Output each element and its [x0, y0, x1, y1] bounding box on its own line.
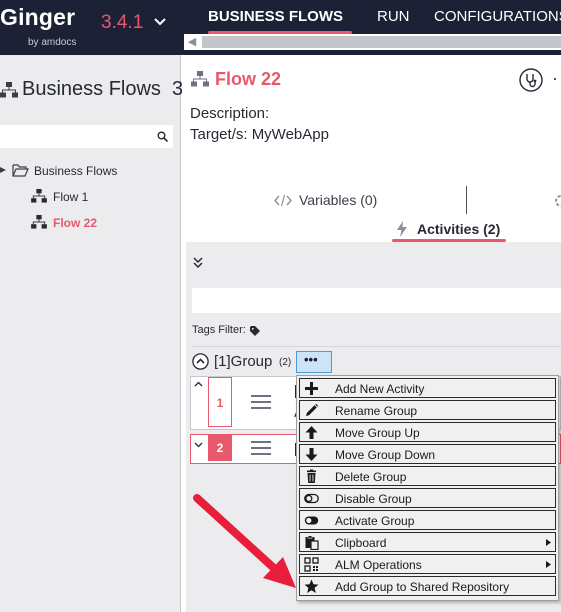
menu-item-alm-operations[interactable]: ALM Operations — [299, 554, 556, 574]
chevron-down-icon[interactable] — [194, 440, 203, 449]
top-bar: Ginger by amdocs 3.4.1 BUSINESS FLOWS RU… — [0, 0, 561, 55]
menu-item-label: Move Group Down — [335, 448, 436, 462]
menu-item-rename-group[interactable]: Rename Group — [299, 400, 556, 420]
tree-item-business-flows[interactable]: Business Flows — [34, 164, 117, 178]
menu-item-label: Clipboard — [335, 536, 387, 550]
menu-item-label: Delete Group — [335, 470, 407, 484]
app-logo-subtitle: by amdocs — [28, 37, 77, 48]
menu-item-label: Disable Group — [335, 492, 412, 506]
search-icon[interactable] — [157, 131, 168, 142]
flow-title: Flow 22 — [215, 69, 282, 89]
tags-filter-label: Tags Filter: — [192, 324, 246, 336]
menu-item-label: Activate Group — [335, 514, 415, 528]
menu-item-label: Move Group Up — [335, 426, 420, 440]
toggle-on-icon — [304, 516, 319, 525]
app-logo: Ginger — [0, 4, 76, 30]
collapse-group-icon[interactable] — [192, 353, 209, 370]
group-separator — [192, 346, 561, 347]
nav-scrollbar[interactable]: ◀ — [184, 34, 561, 50]
flow-icon — [31, 189, 47, 203]
menu-item-label: Add New Activity — [335, 382, 425, 396]
flow-description: Description: — [190, 105, 270, 122]
gear-icon[interactable] — [553, 194, 561, 208]
scroll-left-icon[interactable]: ◀ — [184, 34, 200, 50]
chevron-down-icon[interactable] — [152, 14, 168, 30]
submenu-arrow-icon — [546, 561, 551, 568]
toggle-off-icon — [304, 493, 319, 504]
lightning-icon — [397, 221, 407, 237]
tag-icon[interactable] — [250, 326, 260, 336]
group-title: [1]Group — [214, 353, 273, 370]
nav-tab-business-flows[interactable]: BUSINESS FLOWS — [208, 8, 343, 25]
menu-item-disable-group[interactable]: Disable Group — [299, 488, 556, 508]
tree-search-input[interactable] — [0, 125, 173, 148]
plus-icon — [305, 382, 318, 395]
activity-number: 2 — [208, 435, 232, 461]
more-options-icon[interactable]: · — [552, 68, 558, 89]
stethoscope-icon[interactable] — [519, 68, 543, 92]
chevron-up-icon[interactable] — [194, 380, 203, 389]
star-icon — [304, 579, 319, 593]
drag-handle-icon[interactable] — [251, 395, 271, 409]
group-menu-button[interactable]: ••• — [296, 351, 332, 373]
flow-icon — [0, 82, 18, 98]
tab-separator — [466, 186, 467, 214]
group-context-menu: Add New Activity Rename Group Move Group… — [296, 375, 559, 601]
drag-handle-icon[interactable] — [251, 441, 271, 455]
menu-item-move-group-up[interactable]: Move Group Up — [299, 422, 556, 442]
menu-item-move-group-down[interactable]: Move Group Down — [299, 444, 556, 464]
left-panel-title: Business Flows — [22, 78, 161, 100]
activities-search-input[interactable] — [192, 288, 561, 313]
app-version[interactable]: 3.4.1 — [101, 12, 143, 34]
arrow-down-icon — [305, 448, 318, 461]
group-count: (2) — [279, 357, 292, 368]
nav-tab-configurations[interactable]: CONFIGURATIONS — [434, 8, 561, 25]
submenu-arrow-icon — [546, 539, 551, 546]
tree-expand-icon[interactable] — [0, 165, 8, 175]
menu-item-label: Rename Group — [335, 404, 418, 418]
expand-all-icon[interactable] — [192, 257, 204, 269]
activity-number: 1 — [208, 377, 232, 427]
clipboard-icon — [305, 535, 319, 550]
tab-variables[interactable]: Variables (0) — [274, 192, 377, 208]
flow-target: Target/s: MyWebApp — [190, 126, 329, 143]
menu-item-add-group-to-shared-repository[interactable]: Add Group to Shared Repository — [299, 576, 556, 596]
flow-icon — [31, 215, 47, 229]
flow-icon — [191, 71, 209, 87]
nav-tab-run[interactable]: RUN — [377, 8, 410, 25]
menu-item-delete-group[interactable]: Delete Group — [299, 466, 556, 486]
menu-item-label: Add Group to Shared Repository — [335, 580, 510, 594]
arrow-up-icon — [305, 426, 318, 439]
menu-item-add-new-activity[interactable]: Add New Activity — [299, 378, 556, 398]
qr-code-icon — [304, 557, 319, 572]
tree-item-flow-1[interactable]: Flow 1 — [53, 190, 88, 204]
tree-item-flow-22[interactable]: Flow 22 — [53, 216, 97, 230]
scrollbar-thumb[interactable] — [202, 36, 561, 48]
tab-activities[interactable]: Activities (2) — [417, 221, 500, 237]
menu-item-label: ALM Operations — [335, 558, 422, 572]
more-icon: ••• — [304, 352, 318, 367]
folder-icon — [12, 164, 29, 177]
menu-item-activate-group[interactable]: Activate Group — [299, 510, 556, 530]
pencil-icon — [306, 403, 319, 416]
menu-item-clipboard[interactable]: Clipboard — [299, 532, 556, 552]
trash-icon — [307, 469, 316, 483]
left-panel: Business Flows 3 Business Flows Flow 1 F… — [0, 55, 183, 612]
